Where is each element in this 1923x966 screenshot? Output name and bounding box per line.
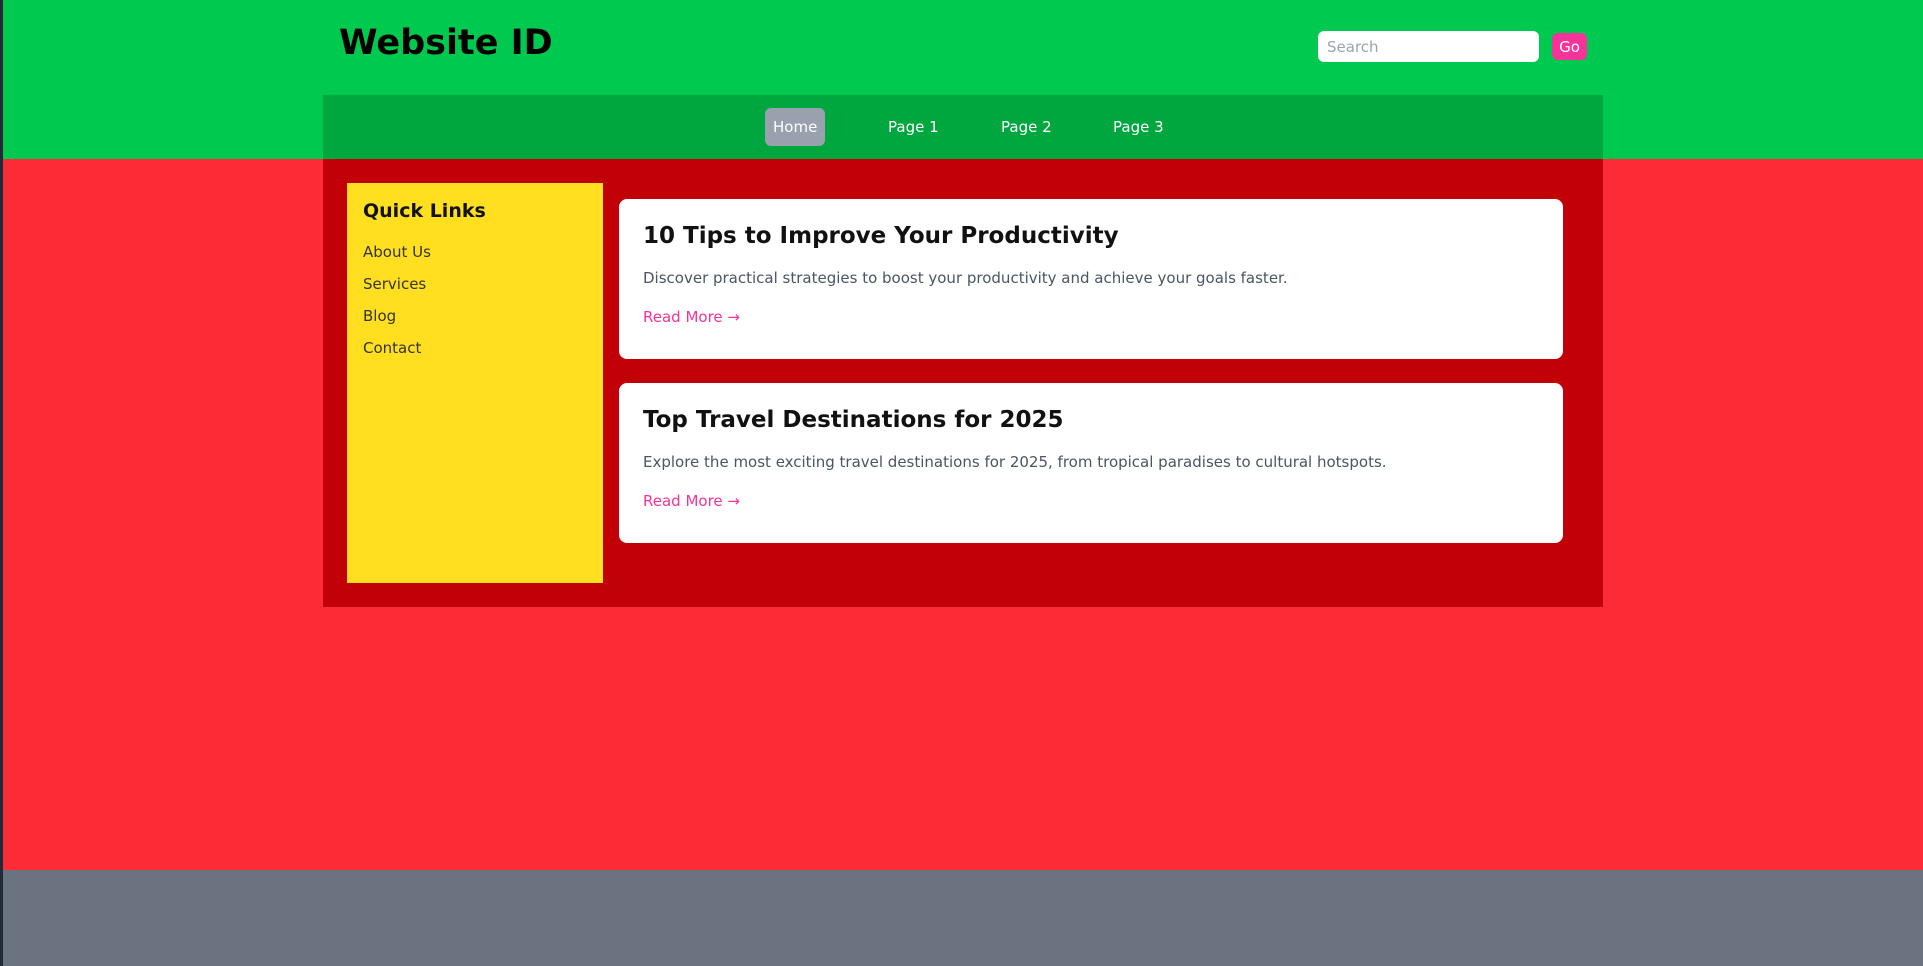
- sidebar-link-about-us[interactable]: About Us: [363, 236, 587, 268]
- main-area: Quick Links About Us Services Blog Conta…: [0, 159, 1923, 870]
- read-more-link[interactable]: Read More →: [643, 308, 740, 326]
- nav-item-home[interactable]: Home: [765, 108, 826, 146]
- article-description: Discover practical strategies to boost y…: [643, 269, 1288, 287]
- sidebar-title: Quick Links: [363, 200, 486, 222]
- search-input[interactable]: [1318, 31, 1539, 62]
- article-title: Top Travel Destinations for 2025: [643, 407, 1064, 433]
- article-card: 10 Tips to Improve Your Productivity Dis…: [619, 199, 1563, 359]
- site-header: Website ID Go Home Page 1 Page 2 Page 3: [0, 0, 1923, 159]
- main-nav: Home Page 1 Page 2 Page 3: [323, 95, 1603, 159]
- sidebar: Quick Links About Us Services Blog Conta…: [347, 183, 603, 583]
- window-left-edge: [0, 0, 3, 966]
- read-more-link[interactable]: Read More →: [643, 492, 740, 510]
- article-description: Explore the most exciting travel destina…: [643, 453, 1387, 471]
- footer: [0, 870, 1923, 966]
- nav-item-page-3[interactable]: Page 3: [1105, 108, 1172, 146]
- sidebar-link-contact[interactable]: Contact: [363, 332, 587, 364]
- article-card: Top Travel Destinations for 2025 Explore…: [619, 383, 1563, 543]
- nav-item-page-1[interactable]: Page 1: [880, 108, 947, 146]
- content-container: Quick Links About Us Services Blog Conta…: [323, 159, 1603, 607]
- nav-item-page-2[interactable]: Page 2: [993, 108, 1060, 146]
- article-title: 10 Tips to Improve Your Productivity: [643, 223, 1119, 249]
- site-title: Website ID: [339, 23, 553, 63]
- go-button[interactable]: Go: [1552, 33, 1587, 60]
- sidebar-link-services[interactable]: Services: [363, 268, 587, 300]
- sidebar-link-blog[interactable]: Blog: [363, 300, 587, 332]
